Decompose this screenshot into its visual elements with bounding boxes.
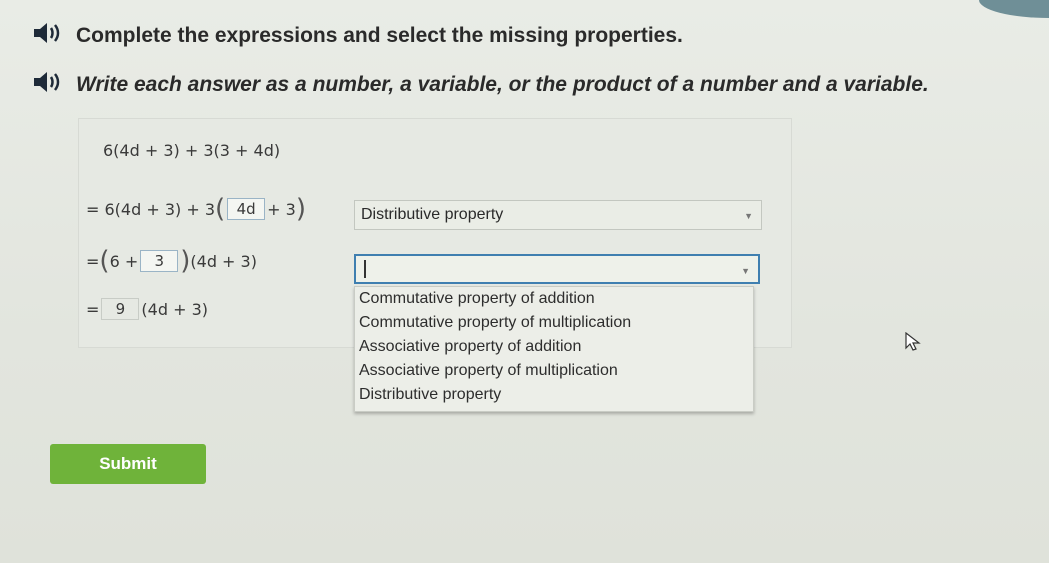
- answer-input-1[interactable]: 4d: [227, 198, 266, 220]
- answer-input-2[interactable]: 3: [140, 250, 179, 272]
- expression-line-4: = 9 (4d + 3): [86, 298, 208, 320]
- expression-line-2: = 6(4d + 3) + 3 ( 4d + 3 ): [86, 196, 306, 222]
- expression-text: =: [86, 299, 100, 319]
- option-commutative-multiplication[interactable]: Commutative property of multiplication: [359, 314, 631, 332]
- text-cursor: [364, 260, 366, 278]
- speaker-icon[interactable]: [32, 20, 64, 46]
- expression-line-3: = ( 6 + 3 ) (4d + 3): [86, 248, 257, 274]
- property-select-2[interactable]: ▼: [354, 254, 760, 284]
- property-select-1[interactable]: Distributive property ▼: [354, 200, 762, 230]
- property-dropdown-list: Commutative property of addition Commuta…: [354, 286, 754, 412]
- select-value: Distributive property: [361, 206, 504, 223]
- option-associative-multiplication[interactable]: Associative property of multiplication: [359, 362, 618, 380]
- option-associative-addition[interactable]: Associative property of addition: [359, 338, 581, 356]
- expression-text: 6(4d + 3) + 3(3 + 4d): [103, 141, 281, 160]
- paren-close: ): [180, 246, 191, 276]
- submit-button[interactable]: Submit: [50, 444, 206, 484]
- answer-input-3[interactable]: 9: [101, 298, 140, 320]
- speaker-icon[interactable]: [32, 69, 64, 95]
- chevron-down-icon: ▼: [741, 266, 750, 276]
- corner-decoration: [979, 0, 1049, 18]
- instruction-complete: Complete the expressions and select the …: [76, 24, 683, 47]
- expression-text: (4d + 3): [141, 299, 208, 319]
- option-distributive[interactable]: Distributive property: [359, 386, 501, 404]
- expression-text: + 3: [267, 199, 296, 219]
- option-commutative-addition[interactable]: Commutative property of addition: [359, 290, 595, 308]
- expression-text: 6 +: [109, 251, 139, 271]
- expression-line-1: 6(4d + 3) + 3(3 + 4d): [103, 141, 280, 160]
- pointer-icon: [905, 331, 921, 357]
- paren-open: (: [215, 194, 226, 224]
- paren-close: ): [295, 194, 306, 224]
- instruction-format: Write each answer as a number, a variabl…: [76, 73, 929, 96]
- expression-text: = 6(4d + 3) + 3: [86, 199, 216, 219]
- chevron-down-icon: ▼: [744, 211, 753, 221]
- paren-open: (: [99, 246, 110, 276]
- expression-text: (4d + 3): [190, 251, 257, 271]
- expression-text: =: [86, 251, 100, 271]
